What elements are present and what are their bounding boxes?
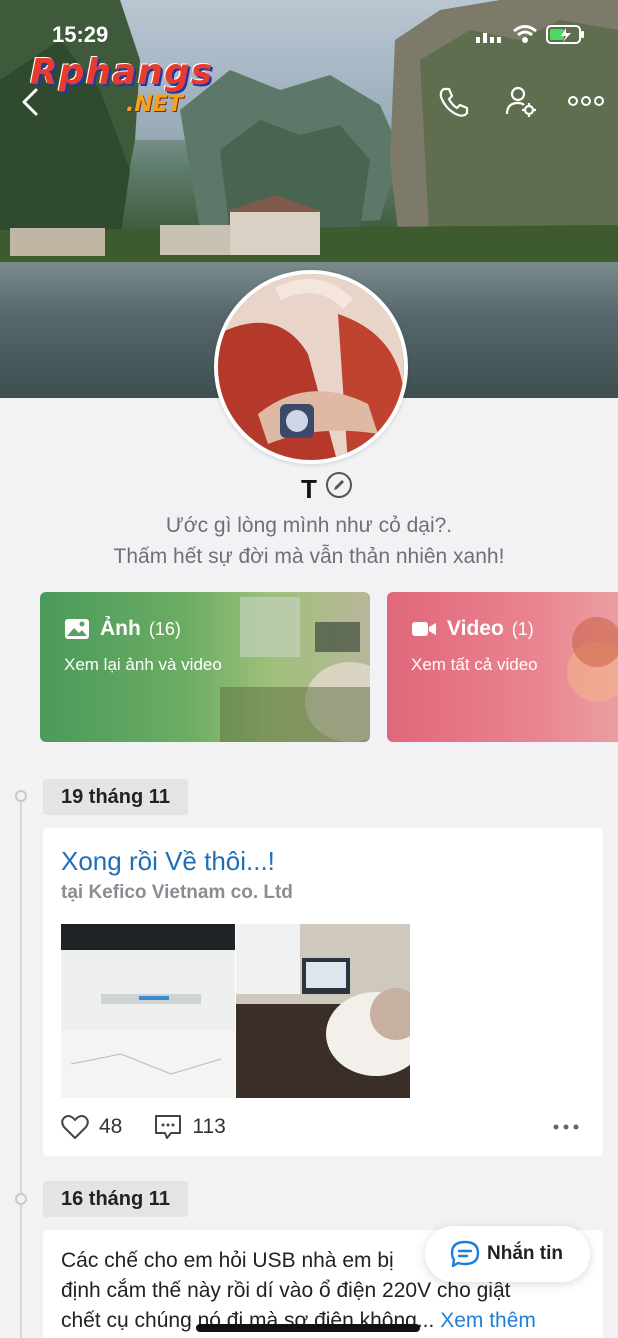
back-icon[interactable]: [20, 88, 42, 116]
comment-count: 113: [192, 1115, 226, 1138]
photos-card-title: Ảnh (16): [64, 617, 181, 641]
timeline-post[interactable]: Xong rồi Về thôi...! tại Kefico Vietnam …: [43, 828, 603, 1156]
phone-icon[interactable]: [438, 86, 470, 118]
photo-gallery-icon: [65, 619, 89, 639]
like-icon[interactable]: [61, 1114, 89, 1140]
profile-avatar[interactable]: [214, 270, 408, 464]
chat-bubble-icon: [450, 1240, 480, 1268]
signal-icon: [476, 33, 501, 43]
status-time: 15:29: [52, 22, 109, 47]
post-more-icon[interactable]: [553, 1124, 579, 1130]
wifi-icon: [513, 25, 537, 43]
profile-name: T: [301, 474, 317, 504]
post-photo[interactable]: [61, 924, 235, 1098]
videos-subtitle: Xem tất cả video: [411, 655, 538, 674]
more-options-icon[interactable]: [568, 94, 604, 108]
post-photo-laptop: [61, 924, 235, 1098]
message-button-label: Nhắn tin: [487, 1243, 563, 1264]
timeline-date: 19 tháng 11: [43, 779, 188, 815]
watermark-suffix: .NET: [126, 92, 183, 117]
profile-bio-line1: Ước gì lòng mình như cỏ dại?.: [165, 514, 453, 537]
home-indicator[interactable]: [196, 1324, 420, 1332]
timeline-date: 16 tháng 11: [43, 1181, 188, 1217]
videos-label: Video: [447, 617, 504, 640]
photos-label: Ảnh: [100, 617, 141, 640]
timeline-dot: [15, 1193, 27, 1205]
videos-count: (1): [511, 618, 534, 639]
battery-icon: [546, 25, 584, 44]
watermark-logo: Rphangs: [30, 52, 214, 93]
videos-card-title: Video (1): [411, 617, 534, 641]
user-settings-icon[interactable]: [504, 84, 538, 118]
timeline-dot: [15, 790, 27, 802]
avatar-image: [218, 274, 404, 460]
photos-subtitle: Xem lại ảnh và video: [64, 655, 222, 674]
video-camera-icon: [412, 622, 436, 636]
videos-card[interactable]: Video (1) Xem tất cả video: [387, 592, 618, 742]
profile-bio-line2: Thấm hết sự đời mà vẫn thản nhiên xanh!: [113, 545, 505, 568]
status-bar: 15:29: [0, 22, 618, 50]
message-button[interactable]: Nhắn tin: [425, 1226, 590, 1282]
photos-card-thumbnail: [220, 597, 370, 742]
edit-name-icon[interactable]: [326, 472, 352, 498]
photos-count: (16): [148, 618, 181, 639]
videos-card-thumbnail: [567, 617, 618, 702]
post-photo[interactable]: [236, 924, 410, 1098]
see-more-link[interactable]: Xem thêm: [440, 1309, 536, 1332]
post-photo-desk: [236, 924, 410, 1098]
post-location[interactable]: tại Kefico Vietnam co. Ltd: [61, 882, 293, 904]
photos-card[interactable]: Ảnh (16) Xem lại ảnh và video: [40, 592, 370, 742]
post-actions: 48 113: [61, 1114, 226, 1140]
comment-icon[interactable]: [154, 1114, 182, 1140]
like-count: 48: [99, 1115, 123, 1138]
timeline-line: [20, 796, 22, 1338]
post-title: Xong rồi Về thôi...!: [61, 846, 275, 876]
